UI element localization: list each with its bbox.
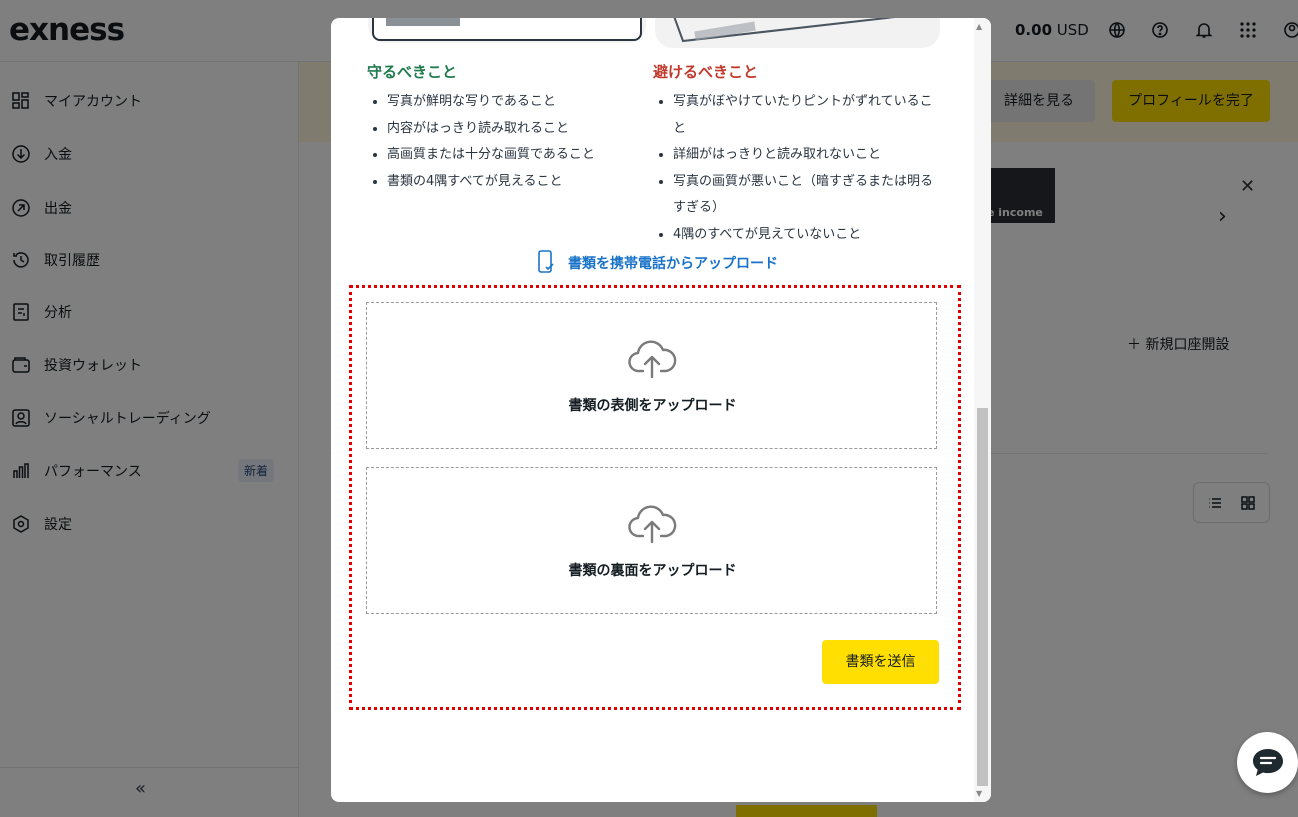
avoid-list: 写真がぼやけていたりピントがずれていること 詳細がはっきりと読み取れないこと 写… bbox=[653, 89, 938, 248]
list-item: 写真がぼやけていたりピントがずれていること bbox=[653, 89, 938, 142]
good-sample-document bbox=[372, 18, 642, 41]
upload-back-dropzone[interactable]: 書類の裏面をアップロード bbox=[366, 467, 937, 614]
submit-documents-button[interactable]: 書類を送信 bbox=[822, 640, 939, 684]
cloud-upload-icon bbox=[628, 505, 677, 544]
list-item: 4隅のすべてが見えていないこと bbox=[653, 222, 938, 249]
do-section-title: 守るべきこと bbox=[367, 63, 458, 81]
upload-front-dropzone[interactable]: 書類の表側をアップロード bbox=[366, 302, 937, 449]
chat-support-button[interactable] bbox=[1237, 732, 1298, 793]
scroll-up-arrow-icon[interactable]: ▲ bbox=[976, 22, 982, 31]
scrollbar-thumb[interactable] bbox=[977, 408, 988, 786]
list-item: 内容がはっきり読み取れること bbox=[367, 116, 637, 143]
good-sample-card bbox=[368, 18, 646, 43]
do-list: 写真が鮮明な写りであること 内容がはっきり読み取れること 高画質または十分な画質… bbox=[367, 89, 637, 195]
upload-front-label: 書類の表側をアップロード bbox=[568, 398, 737, 414]
upload-back-label: 書類の裏面をアップロード bbox=[568, 563, 737, 579]
list-item: 書類の4隅すべてが見えること bbox=[367, 169, 637, 196]
list-item: 写真の画質が悪いこと（暗すぎるまたは明るすぎる） bbox=[653, 169, 938, 222]
avoid-section-title: 避けるべきこと bbox=[653, 63, 759, 81]
scroll-down-arrow-icon[interactable]: ▼ bbox=[976, 789, 982, 798]
mobile-upload-label: 書類を携帯電話からアップロード bbox=[568, 256, 778, 272]
chat-bubble-icon bbox=[1253, 749, 1283, 776]
list-item: 詳細がはっきりと読み取れないこと bbox=[653, 142, 938, 169]
mobile-phone-check-icon bbox=[538, 250, 554, 273]
bad-sample-card bbox=[655, 18, 940, 48]
cloud-upload-icon bbox=[628, 340, 677, 379]
list-item: 高画質または十分な画質であること bbox=[367, 142, 637, 169]
list-item: 写真が鮮明な写りであること bbox=[367, 89, 637, 116]
document-upload-modal: 守るべきこと 写真が鮮明な写りであること 内容がはっきり読み取れること 高画質ま… bbox=[331, 18, 991, 802]
blurred-sample-document bbox=[673, 18, 896, 43]
sample-photo bbox=[386, 18, 460, 26]
